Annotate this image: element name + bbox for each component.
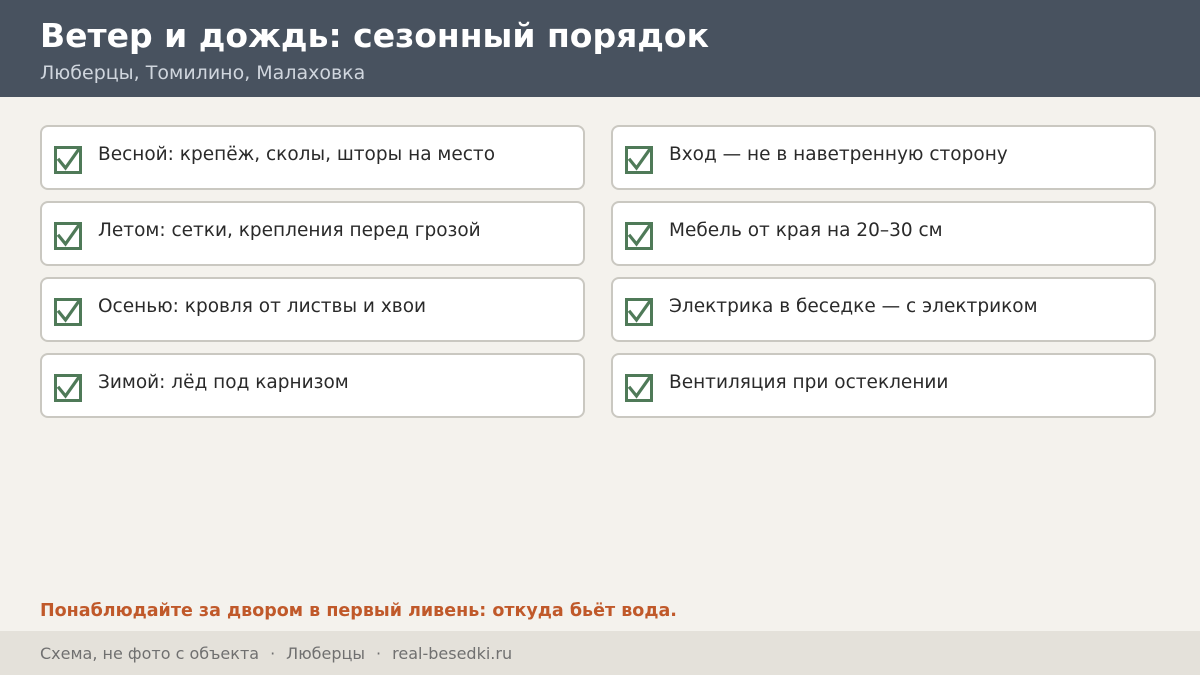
checklist-item-text: Мебель от края на 20–30 см bbox=[669, 220, 943, 241]
header: Ветер и дождь: сезонный порядок Люберцы,… bbox=[0, 0, 1200, 97]
accent-note: Понаблюдайте за двором в первый ливень: … bbox=[40, 601, 677, 621]
checklist-item-text: Весной: крепёж, сколы, шторы на место bbox=[98, 144, 496, 165]
checked-box-icon bbox=[625, 297, 653, 326]
checked-box-icon bbox=[54, 373, 82, 402]
checklist-item: Вентиляция при остеклении bbox=[611, 353, 1156, 418]
page-subtitle: Люберцы, Томилино, Малаховка bbox=[40, 62, 366, 84]
checklist-item: Зимой: лёд под карнизом bbox=[40, 353, 585, 418]
checked-box-icon bbox=[625, 221, 653, 250]
footer-separator: · bbox=[270, 643, 276, 663]
checked-box-icon bbox=[54, 145, 82, 174]
page-title: Ветер и дождь: сезонный порядок bbox=[40, 16, 709, 55]
checklist-item: Осенью: кровля от листвы и хвои bbox=[40, 277, 585, 342]
footer-separator: · bbox=[376, 643, 382, 663]
checked-box-icon bbox=[54, 221, 82, 250]
footer: Схема, не фото с объекта · Люберцы · rea… bbox=[0, 631, 1200, 675]
footer-site: real-besedki.ru bbox=[392, 643, 513, 663]
checklist-item-text: Электрика в беседке — с электриком bbox=[669, 296, 1038, 317]
footer-location: Люберцы bbox=[286, 643, 366, 663]
checklist-item: Весной: крепёж, сколы, шторы на место bbox=[40, 125, 585, 190]
checklist-item-text: Осенью: кровля от листвы и хвои bbox=[98, 296, 427, 317]
checklist-item-text: Летом: сетки, крепления перед грозой bbox=[98, 220, 481, 241]
checked-box-icon bbox=[54, 297, 82, 326]
checked-box-icon bbox=[625, 373, 653, 402]
checklist-item-text: Зимой: лёд под карнизом bbox=[98, 372, 349, 393]
footer-disclaimer: Схема, не фото с объекта bbox=[40, 643, 260, 663]
checklist-item-text: Вентиляция при остеклении bbox=[669, 372, 949, 393]
checklist-item: Электрика в беседке — с электриком bbox=[611, 277, 1156, 342]
checklist-item: Вход — не в наветренную сторону bbox=[611, 125, 1156, 190]
checklist-item: Летом: сетки, крепления перед грозой bbox=[40, 201, 585, 266]
checked-box-icon bbox=[625, 145, 653, 174]
checklist-item: Мебель от края на 20–30 см bbox=[611, 201, 1156, 266]
checklist-item-text: Вход — не в наветренную сторону bbox=[669, 144, 1008, 165]
checklist-grid: Весной: крепёж, сколы, шторы на место Вх… bbox=[40, 125, 1156, 418]
